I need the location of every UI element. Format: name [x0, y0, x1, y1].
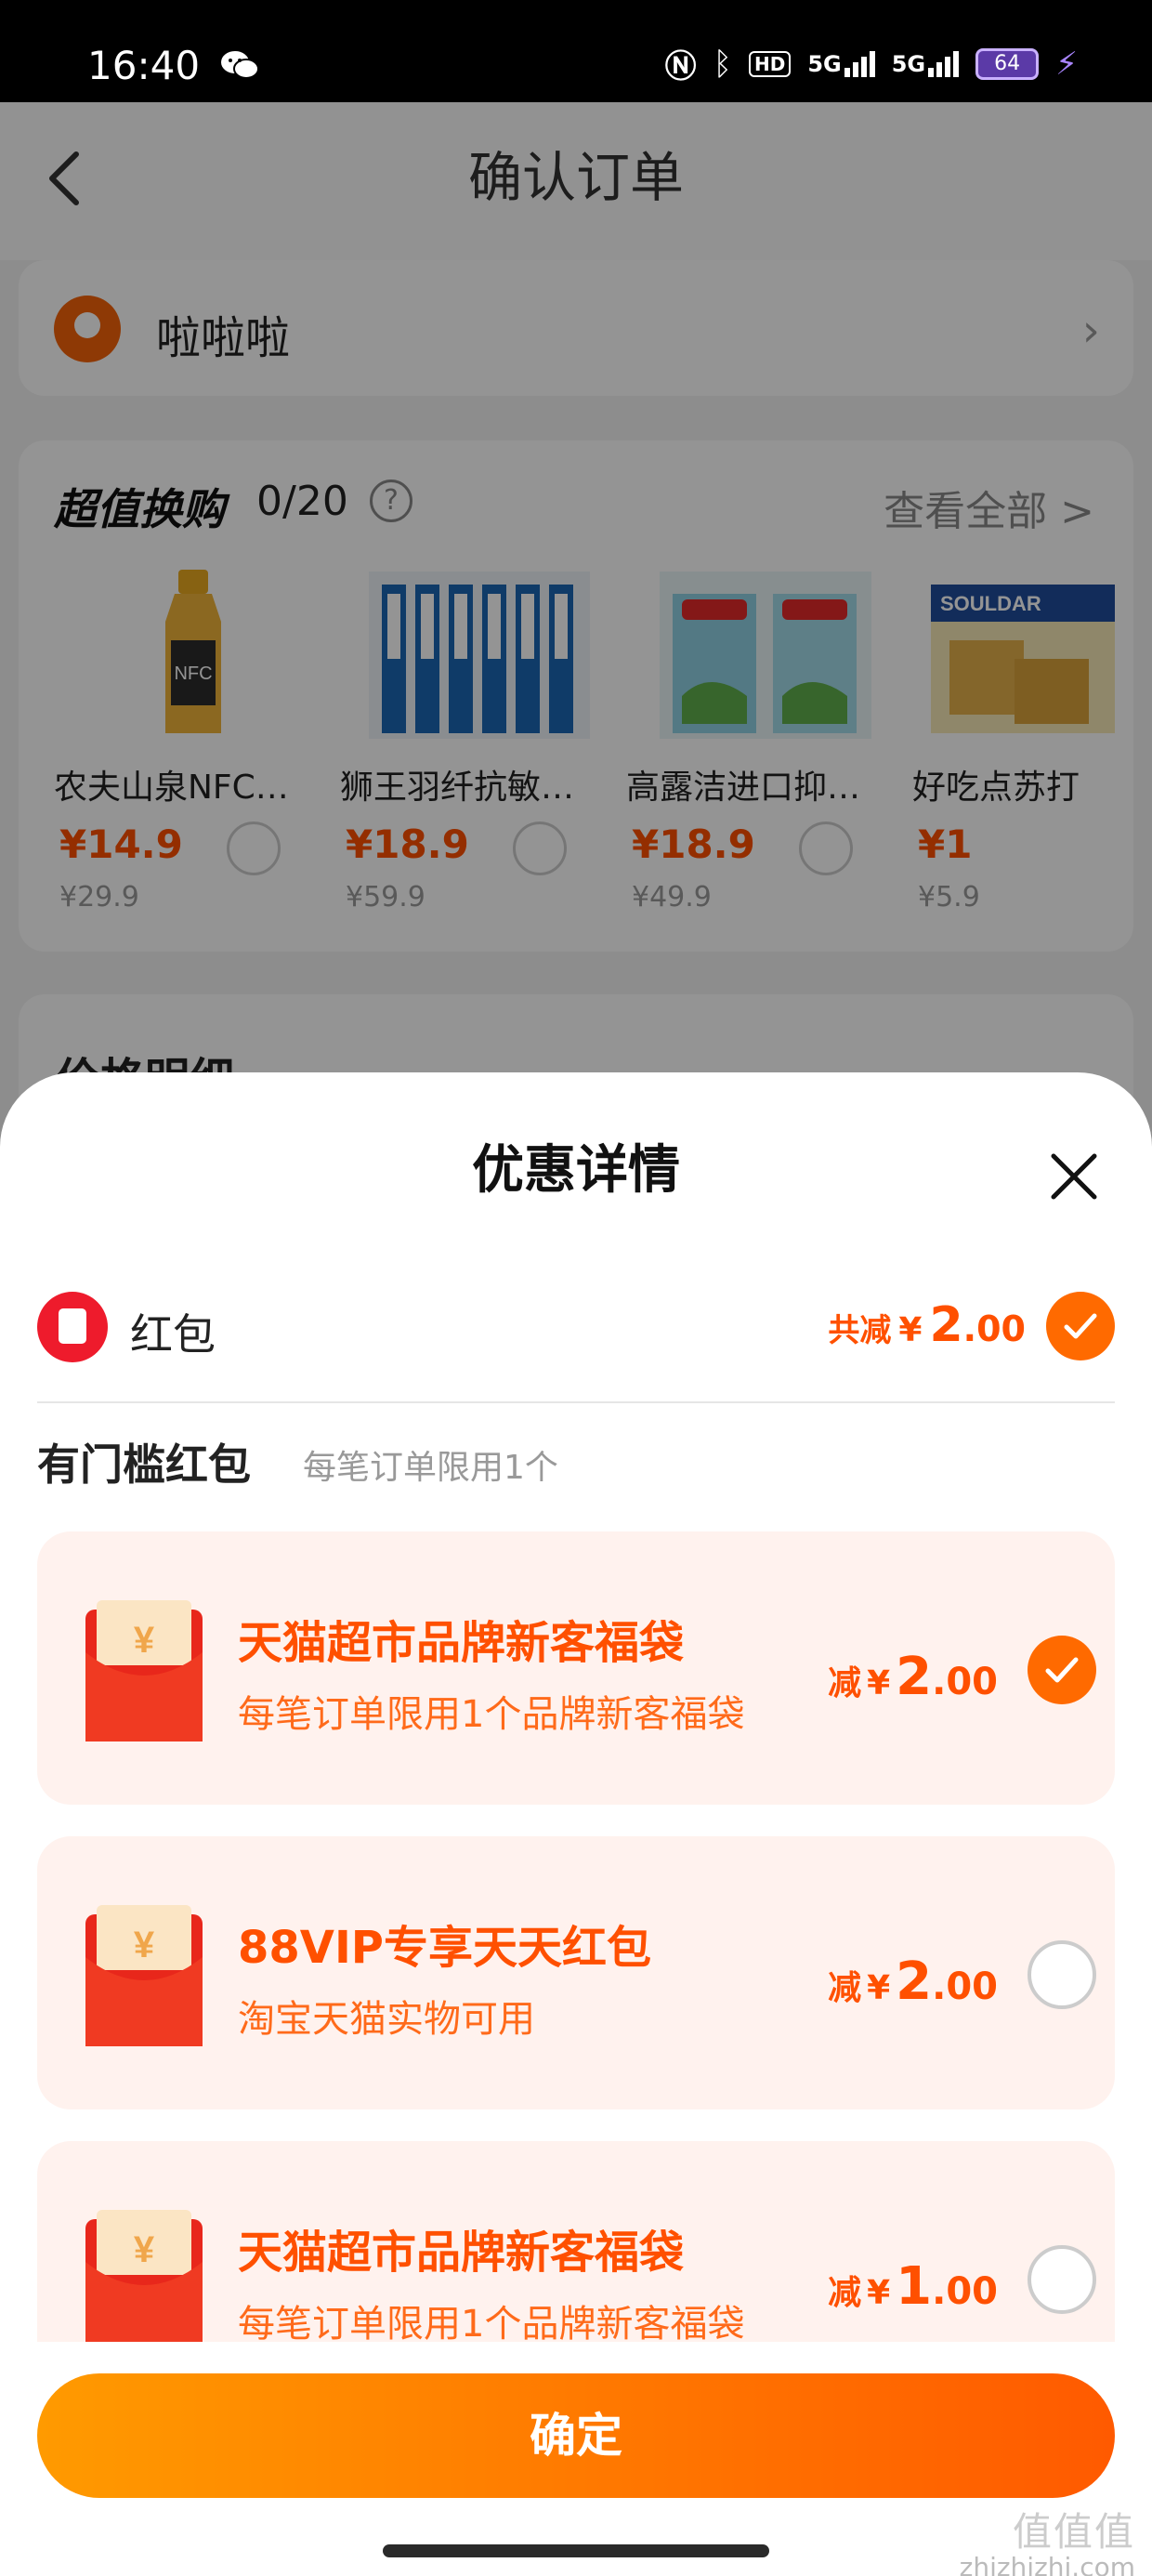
amount-int: 2	[896, 1647, 933, 1707]
amount-dec: .00	[932, 1965, 998, 2008]
signal-icon-1: 5G	[807, 50, 875, 77]
section-note: 每笔订单限用1个	[303, 1449, 558, 1487]
red-envelope-icon: ¥	[85, 1600, 203, 1741]
status-bar: 16:40 Ⓝ ᛒ HD 5G 5G 64 ⚡	[0, 0, 1152, 102]
svg-text:¥: ¥	[134, 1925, 155, 1965]
coupon-amount: 减 ¥ 2.00	[828, 1952, 998, 2012]
charging-icon: ⚡	[1055, 45, 1078, 83]
status-time: 16:40	[87, 43, 201, 88]
coupon-card[interactable]: ¥ 天猫超市品牌新客福袋 每笔订单限用1个品牌新客福袋 减 ¥ 2.00	[37, 1531, 1115, 1805]
sheet-title: 优惠详情	[472, 1140, 680, 1201]
coupon-desc: 每笔订单限用1个品牌新客福袋	[238, 2303, 745, 2346]
nfc-icon: Ⓝ	[664, 48, 697, 85]
amount-prefix: 减	[828, 1969, 862, 2007]
currency-symbol: ¥	[867, 1664, 891, 1702]
red-packet-icon	[37, 1292, 108, 1362]
coupon-desc: 每笔订单限用1个品牌新客福袋	[238, 1693, 745, 1736]
section-title: 有门槛红包	[37, 1439, 251, 1490]
amount-dec: .00	[932, 1661, 998, 1703]
coupon-radio[interactable]	[1028, 2245, 1096, 2314]
svg-text:¥: ¥	[134, 2229, 155, 2270]
red-packet-total: 共减 ¥ 2.00	[828, 1297, 1026, 1353]
coupon-desc: 淘宝天猫实物可用	[238, 1998, 535, 2041]
amount-prefix: 减	[828, 1664, 862, 1702]
divider	[37, 1401, 1115, 1403]
red-envelope-icon: ¥	[85, 2210, 203, 2351]
wechat-icon	[221, 51, 259, 79]
coupon-amount: 减 ¥ 1.00	[828, 2256, 998, 2317]
battery-icon: 64	[975, 47, 1040, 80]
total-amount-int: 2	[929, 1297, 963, 1353]
home-indicator[interactable]	[383, 2544, 769, 2557]
watermark-logo: 值值值	[1012, 2509, 1135, 2555]
amount-int: 1	[896, 2256, 933, 2317]
battery-level: 64	[994, 52, 1021, 75]
coupon-name: 天猫超市品牌新客福袋	[238, 2227, 685, 2279]
watermark-url: zhizhizhi.com	[959, 2552, 1135, 2576]
signal-icon-2: 5G	[892, 50, 960, 77]
red-envelope-icon: ¥	[85, 1905, 203, 2046]
coupon-radio[interactable]	[1028, 1940, 1096, 2009]
total-amount-dec: .00	[962, 1308, 1026, 1349]
bluetooth-icon: ᛒ	[713, 45, 732, 83]
currency-symbol: ¥	[867, 1969, 891, 2007]
amount-dec: .00	[932, 2270, 998, 2313]
watermark: 值值值 zhizhizhi.com	[959, 2509, 1135, 2576]
coupon-name: 88VIP专享天天红包	[238, 1922, 651, 1974]
coupon-card[interactable]: ¥ 88VIP专享天天红包 淘宝天猫实物可用 减 ¥ 2.00	[37, 1836, 1115, 2109]
coupon-check-icon[interactable]	[1028, 1636, 1096, 1704]
svg-text:¥: ¥	[134, 1620, 155, 1661]
red-packet-row[interactable]: 红包 共减 ¥ 2.00	[37, 1288, 1115, 1364]
hd-icon: HD	[748, 50, 792, 77]
total-label: 共减	[828, 1312, 892, 1349]
confirm-button[interactable]: 确定	[37, 2373, 1115, 2498]
red-packet-check-icon[interactable]	[1046, 1292, 1115, 1360]
close-icon[interactable]	[1046, 1149, 1102, 1204]
coupon-name: 天猫超市品牌新客福袋	[238, 1617, 685, 1669]
red-packet-label: 红包	[130, 1309, 216, 1360]
currency-symbol: ¥	[867, 2274, 891, 2312]
amount-int: 2	[896, 1952, 933, 2012]
coupon-amount: 减 ¥ 2.00	[828, 1647, 998, 1707]
amount-prefix: 减	[828, 2274, 862, 2312]
currency-symbol: ¥	[898, 1311, 923, 1349]
